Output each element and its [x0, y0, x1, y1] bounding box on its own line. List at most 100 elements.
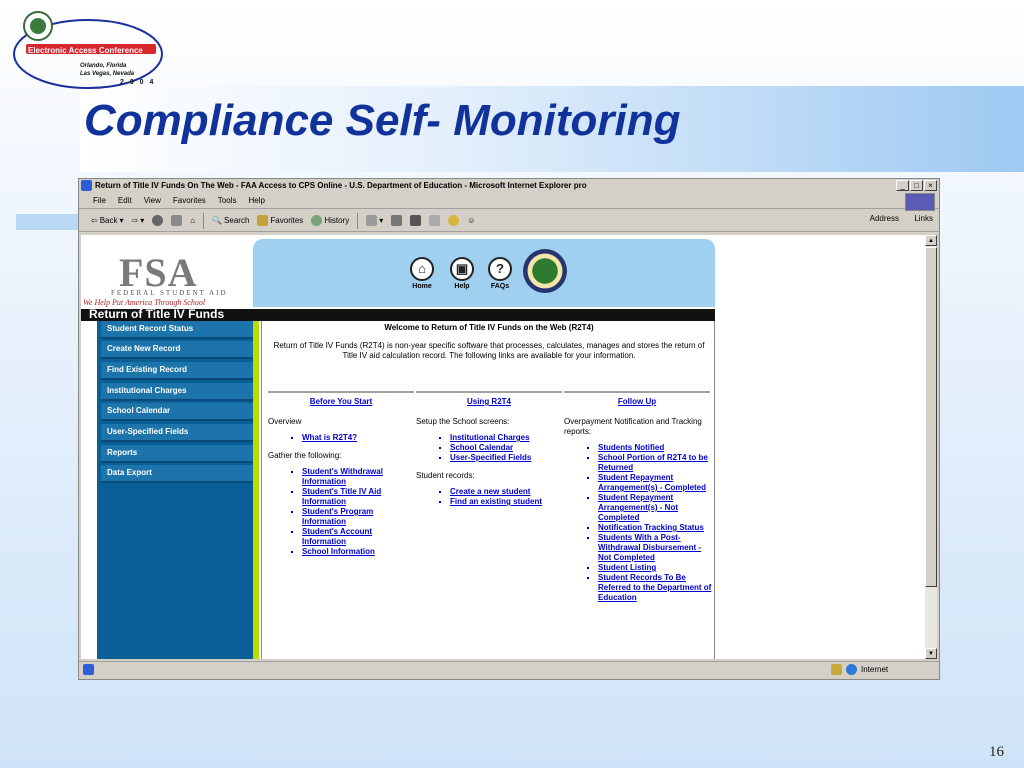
link-what-is-r2t4[interactable]: What is R2T4? [302, 433, 416, 443]
discuss-icon [429, 215, 441, 226]
messenger-button[interactable] [448, 215, 460, 226]
nav-data-export[interactable]: Data Export [101, 465, 253, 483]
back-button[interactable]: ⇦ Back ▾ [91, 216, 124, 225]
link-referred-records[interactable]: Student Records To Be Referred to the De… [598, 573, 712, 603]
section-title: Return of Title IV Funds [89, 307, 225, 321]
scroll-thumb[interactable] [925, 247, 937, 587]
link-student-listing[interactable]: Student Listing [598, 563, 712, 573]
overview-label: Overview [268, 417, 302, 426]
browser-window: Return of Title IV Funds On The Web - FA… [78, 178, 940, 680]
student-records-label: Student records: [416, 471, 475, 480]
link-institutional-charges[interactable]: Institutional Charges [450, 433, 564, 443]
menu-edit[interactable]: Edit [118, 196, 132, 205]
col-using-r2t4-heading[interactable]: Using R2T4 [416, 391, 562, 406]
student-record-links: Create a new student Find an existing st… [450, 487, 564, 507]
side-band [16, 214, 78, 230]
search-icon: 🔍 [212, 216, 223, 225]
scroll-down-icon[interactable]: ▼ [925, 648, 937, 659]
edit-button[interactable] [410, 215, 422, 226]
link-school-portion[interactable]: School Portion of R2T4 to be Returned [598, 453, 712, 473]
windows-logo-icon [905, 193, 935, 211]
link-post-withdrawal[interactable]: Students With a Post-Withdrawal Disburse… [598, 533, 712, 563]
link-repayment-completed[interactable]: Student Repayment Arrangement(s) - Compl… [598, 473, 712, 493]
nav-home-label: Home [412, 283, 432, 290]
link-title-iv-aid-info[interactable]: Student's Title IV Aid Information [302, 487, 416, 507]
menu-file[interactable]: File [93, 196, 106, 205]
nav-faqs[interactable]: ? FAQs [485, 257, 515, 290]
stop-button[interactable] [152, 215, 164, 226]
menu-favorites[interactable]: Favorites [173, 196, 206, 205]
chevron-down-icon: ▾ [119, 216, 124, 225]
col-using-r2t4: Setup the School screens: Institutional … [416, 417, 564, 515]
link-repayment-not-completed[interactable]: Student Repayment Arrangement(s) - Not C… [598, 493, 712, 523]
link-withdrawal-info[interactable]: Student's Withdrawal Information [302, 467, 416, 487]
link-program-info[interactable]: Student's Program Information [302, 507, 416, 527]
nav-help[interactable]: ▣ Help [447, 257, 477, 290]
link-account-info[interactable]: Student's Account Information [302, 527, 416, 547]
home-button[interactable]: ⌂ [190, 216, 195, 225]
vertical-scrollbar[interactable]: ▲ ▼ [925, 235, 937, 659]
menu-help[interactable]: Help [248, 196, 264, 205]
print-button[interactable] [391, 215, 403, 226]
link-school-calendar[interactable]: School Calendar [450, 443, 564, 453]
nav-school-calendar[interactable]: School Calendar [101, 403, 253, 421]
conference-logo: Electronic Access Conference Orlando, Fl… [8, 6, 164, 92]
scroll-up-icon[interactable]: ▲ [925, 235, 937, 246]
nav-find-existing-record[interactable]: Find Existing Record [101, 362, 253, 380]
menu-tools[interactable]: Tools [218, 196, 237, 205]
help-icon: ▣ [450, 257, 474, 281]
nav-institutional-charges[interactable]: Institutional Charges [101, 383, 253, 401]
restore-button[interactable]: □ [910, 180, 923, 191]
nav-reports[interactable]: Reports [101, 445, 253, 463]
left-nav: Student Record Status Create New Record … [97, 321, 255, 659]
chevron-down-icon: ▾ [140, 216, 145, 225]
house-icon: ⌂ [190, 216, 196, 225]
links-label[interactable]: Links [914, 214, 933, 223]
close-button[interactable]: × [924, 180, 937, 191]
nav-faqs-label: FAQs [490, 283, 510, 290]
forward-button[interactable]: ⇨ ▾ [132, 216, 145, 225]
ie-icon [81, 180, 92, 191]
nav-student-record-status[interactable]: Student Record Status [101, 321, 253, 339]
nav-create-new-record[interactable]: Create New Record [101, 341, 253, 359]
page-icon [83, 664, 94, 675]
history-button[interactable]: History [311, 215, 349, 226]
col-follow-up-heading[interactable]: Follow Up [564, 391, 710, 406]
col-follow-up: Overpayment Notification and Tracking re… [564, 417, 712, 611]
logo-year: 2 0 0 4 [120, 79, 156, 86]
minimize-button[interactable]: _ [896, 180, 909, 191]
menu-view[interactable]: View [144, 196, 161, 205]
forward-arrow-icon: ⇨ [131, 216, 139, 225]
chevron-down-icon: ▾ [379, 216, 384, 225]
mail-button[interactable]: ▾ [366, 215, 383, 226]
link-find-student[interactable]: Find an existing student [450, 497, 564, 507]
slide-number: 16 [989, 744, 1004, 760]
nav-user-specified-fields[interactable]: User-Specified Fields [101, 424, 253, 442]
logo-conference-text: Electronic Access Conference [28, 46, 143, 55]
mail-icon [366, 215, 378, 226]
address-label[interactable]: Address [870, 214, 899, 223]
col-before-you-start-heading[interactable]: Before You Start [268, 391, 414, 406]
search-button[interactable]: 🔍 Search [212, 216, 249, 225]
nav-home[interactable]: ⌂ Home [407, 257, 437, 290]
link-students-notified[interactable]: Students Notified [598, 443, 712, 453]
link-user-specified-fields[interactable]: User-Specified Fields [450, 453, 564, 463]
overpayment-label: Overpayment Notification and Tracking re… [564, 417, 702, 436]
edit-icon [410, 215, 422, 226]
favorites-button[interactable]: Favorites [257, 215, 303, 226]
main-content: Welcome to Return of Title IV Funds on t… [261, 321, 715, 659]
refresh-button[interactable] [171, 215, 183, 226]
back-label: Back [99, 216, 118, 225]
user-button[interactable]: ☺ [467, 216, 475, 225]
discuss-button[interactable] [429, 215, 441, 226]
print-icon [391, 215, 403, 226]
slide-title: Compliance Self- Monitoring [84, 96, 681, 145]
link-notification-tracking[interactable]: Notification Tracking Status [598, 523, 712, 533]
welcome-heading: Welcome to Return of Title IV Funds on t… [384, 323, 594, 332]
link-school-info[interactable]: School Information [302, 547, 416, 557]
setup-links: Institutional Charges School Calendar Us… [450, 433, 564, 463]
refresh-icon [171, 215, 183, 226]
link-create-student[interactable]: Create a new student [450, 487, 564, 497]
browser-titlebar: Return of Title IV Funds On The Web - FA… [79, 179, 939, 192]
history-label: History [324, 216, 350, 225]
